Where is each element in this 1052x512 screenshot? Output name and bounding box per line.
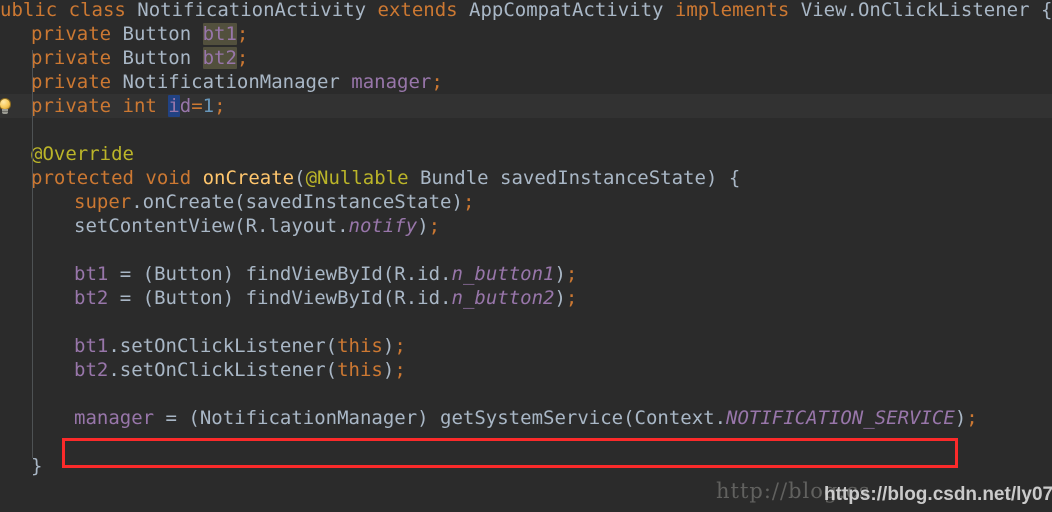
code-token: ;: [565, 263, 578, 285]
code-token: protected: [31, 167, 146, 189]
indent-guide: [32, 50, 33, 458]
code-token: NotificationManager: [122, 71, 352, 93]
code-token: d: [179, 95, 192, 117]
code-token: @Override: [31, 143, 134, 165]
code-token: private: [31, 23, 123, 45]
code-line[interactable]: bt2.setOnClickListener(this);: [74, 358, 406, 382]
editor-surface[interactable]: ublic class NotificationActivity extends…: [0, 0, 1052, 512]
code-token: manager: [74, 407, 155, 429]
code-token: bt1: [74, 263, 109, 285]
code-token: private: [31, 95, 123, 117]
lightbulb-icon[interactable]: [0, 98, 13, 115]
code-token: ): [954, 407, 967, 429]
code-token: ;: [462, 191, 475, 213]
code-token: setContentView(R.layout.: [74, 215, 349, 237]
code-token: private: [31, 47, 123, 69]
code-editor-screenshot: ublic class NotificationActivity extends…: [0, 0, 1052, 512]
code-token: bt2: [202, 47, 237, 69]
code-token: (: [294, 167, 306, 189]
code-token: i: [168, 95, 180, 117]
code-token: class: [68, 0, 138, 21]
code-token: ;: [236, 23, 249, 45]
code-token: this: [337, 359, 383, 381]
code-token: }: [31, 455, 43, 477]
code-token: bt2: [74, 359, 109, 381]
code-token: super: [74, 191, 132, 213]
code-token: bt1: [74, 335, 109, 357]
code-token: Button: [122, 23, 203, 45]
code-token: .setOnClickListener(: [108, 359, 338, 381]
code-token: =: [191, 95, 203, 117]
code-token: ;: [565, 287, 578, 309]
code-token: .onCreate(savedInstanceState): [131, 191, 463, 213]
code-line[interactable]: ublic class NotificationActivity extends…: [0, 0, 1052, 22]
code-line[interactable]: @Override: [31, 142, 134, 166]
code-line[interactable]: bt1.setOnClickListener(this);: [74, 334, 406, 358]
code-token: Bundle savedInstanceState: [408, 167, 706, 189]
code-token: void: [145, 167, 203, 189]
code-token: View.OnClickListener {: [800, 0, 1052, 21]
code-token: ;: [394, 335, 406, 357]
code-token: NOTIFICATION_SERVICE: [726, 407, 955, 429]
code-token: ) {: [705, 167, 741, 189]
code-line[interactable]: manager = (NotificationManager) getSyste…: [74, 406, 978, 430]
code-token: onCreate: [202, 167, 295, 189]
code-token: ;: [236, 47, 249, 69]
code-token: bt2: [74, 287, 109, 309]
code-token: AppCompatActivity: [469, 0, 675, 21]
code-line[interactable]: bt2 = (Button) findViewById(R.id.n_butto…: [74, 286, 577, 310]
code-line[interactable]: private int id=1;: [31, 94, 226, 118]
code-token: NotificationActivity: [137, 0, 378, 21]
code-token: implements: [674, 0, 801, 21]
code-token: extends: [377, 0, 470, 21]
code-token: n_button1: [451, 263, 555, 285]
code-token: ;: [966, 407, 978, 429]
code-token: .setOnClickListener(: [108, 335, 338, 357]
code-line[interactable]: private Button bt2;: [31, 46, 248, 70]
code-token: ): [382, 359, 395, 381]
code-token: notify: [348, 215, 418, 237]
code-line[interactable]: private Button bt1;: [31, 22, 248, 46]
code-token: n_button2: [451, 287, 555, 309]
code-token: private: [31, 71, 123, 93]
code-token: ): [554, 287, 566, 309]
watermark-url: https://blog.csdn.net/ly0724ok: [824, 484, 1052, 505]
code-token: ): [554, 263, 566, 285]
code-token: ): [382, 335, 395, 357]
code-token: int: [122, 95, 169, 117]
code-token: ;: [428, 215, 441, 237]
code-token: ;: [431, 71, 443, 93]
code-token: = (NotificationManager) getSystemService…: [154, 407, 727, 429]
code-token: bt1: [202, 23, 237, 45]
code-token: Button: [122, 47, 203, 69]
code-line[interactable]: bt1 = (Button) findViewById(R.id.n_butto…: [74, 262, 577, 286]
code-token: ): [417, 215, 429, 237]
code-line[interactable]: super.onCreate(savedInstanceState);: [74, 190, 474, 214]
code-line[interactable]: private NotificationManager manager;: [31, 70, 443, 94]
code-line[interactable]: setContentView(R.layout.notify);: [74, 214, 440, 238]
code-token: @Nullable: [305, 167, 409, 189]
code-token: ;: [214, 95, 226, 117]
code-line[interactable]: protected void onCreate(@Nullable Bundle…: [31, 166, 740, 190]
code-token: = (Button) findViewById(R.id.: [108, 287, 452, 309]
code-token: 1: [202, 95, 215, 117]
code-token: ublic: [0, 0, 69, 21]
code-token: = (Button) findViewById(R.id.: [108, 263, 452, 285]
code-token: this: [337, 335, 383, 357]
code-token: manager: [351, 71, 432, 93]
code-token: ;: [394, 359, 406, 381]
